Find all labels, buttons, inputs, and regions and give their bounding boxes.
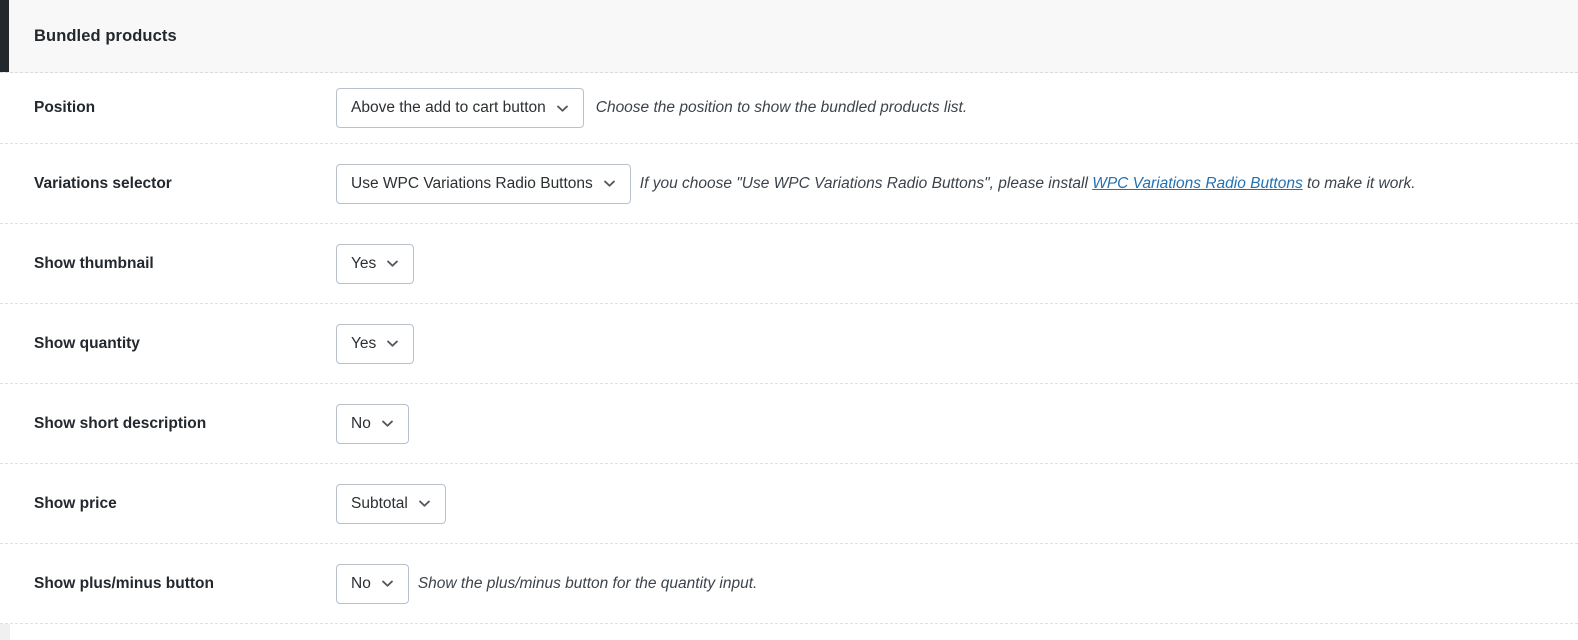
setting-label-show-thumbnail: Show thumbnail xyxy=(34,254,154,272)
variations-selector-help-prefix: If you choose "Use WPC Variations Radio … xyxy=(639,174,1093,192)
setting-label-variations-selector: Variations selector xyxy=(34,174,172,192)
show-thumbnail-select-value: Yes xyxy=(351,254,377,272)
wpc-variations-radio-buttons-link[interactable]: WPC Variations Radio Buttons xyxy=(1092,175,1303,192)
setting-control-show-quantity: Yes xyxy=(336,323,415,364)
setting-control-show-price: Subtotal xyxy=(336,483,446,524)
chevron-down-icon xyxy=(380,576,395,591)
variations-selector-help-suffix: to make it work. xyxy=(1302,174,1416,192)
bundled-products-settings-panel: Bundled products Position Above the add … xyxy=(0,0,1578,624)
show-plus-minus-button-select-value: No xyxy=(351,574,371,592)
setting-row-show-thumbnail: Show thumbnail Yes xyxy=(0,224,1578,304)
position-help-text: Choose the position to show the bundled … xyxy=(596,99,967,117)
panel-header-accent-bar xyxy=(0,0,9,72)
setting-row-show-price: Show price Subtotal xyxy=(0,464,1578,544)
chevron-down-icon xyxy=(417,496,432,511)
show-short-description-select[interactable]: No xyxy=(336,403,409,444)
panel-header: Bundled products xyxy=(0,0,1578,73)
setting-row-position: Position Above the add to cart button Ch… xyxy=(0,73,1578,144)
setting-control-position: Above the add to cart button Choose the … xyxy=(336,88,967,128)
position-select[interactable]: Above the add to cart button xyxy=(336,88,584,128)
show-price-select-value: Subtotal xyxy=(351,494,408,512)
chevron-down-icon xyxy=(385,256,400,271)
chevron-down-icon xyxy=(380,416,395,431)
show-price-select[interactable]: Subtotal xyxy=(336,483,446,524)
setting-label-show-short-description: Show short description xyxy=(34,414,207,432)
variations-selector-select-value: Use WPC Variations Radio Buttons xyxy=(351,174,593,192)
variations-selector-help-text: If you choose "Use WPC Variations Radio … xyxy=(640,175,1416,193)
chevron-down-icon xyxy=(385,336,400,351)
setting-control-show-short-description: No xyxy=(336,403,409,444)
setting-control-variations-selector: Use WPC Variations Radio Buttons If you … xyxy=(336,163,1416,204)
show-quantity-select-value: Yes xyxy=(351,334,377,352)
show-plus-minus-button-help-text: Show the plus/minus button for the quant… xyxy=(418,575,758,593)
show-plus-minus-button-help-text-body: Show the plus/minus button for the quant… xyxy=(417,574,758,592)
setting-row-show-quantity: Show quantity Yes xyxy=(0,304,1578,384)
show-thumbnail-select[interactable]: Yes xyxy=(336,243,415,284)
show-short-description-select-value: No xyxy=(351,414,371,432)
setting-control-show-plus-minus-button: No Show the plus/minus button for the qu… xyxy=(336,563,758,604)
chevron-down-icon xyxy=(555,101,570,116)
position-help-text-body: Choose the position to show the bundled … xyxy=(595,99,968,116)
setting-row-show-plus-minus-button: Show plus/minus button No Show the plus/… xyxy=(0,544,1578,624)
chevron-down-icon xyxy=(602,176,617,191)
show-plus-minus-button-select[interactable]: No xyxy=(336,563,409,604)
setting-control-show-thumbnail: Yes xyxy=(336,243,415,284)
setting-row-show-short-description: Show short description No xyxy=(0,384,1578,464)
setting-label-show-quantity: Show quantity xyxy=(34,334,140,352)
position-select-value: Above the add to cart button xyxy=(351,99,546,117)
show-quantity-select[interactable]: Yes xyxy=(336,323,415,364)
page-title: Bundled products xyxy=(34,26,177,45)
setting-label-position: Position xyxy=(34,99,96,116)
variations-selector-select[interactable]: Use WPC Variations Radio Buttons xyxy=(336,163,631,204)
setting-row-variations-selector: Variations selector Use WPC Variations R… xyxy=(0,144,1578,224)
settings-rows: Position Above the add to cart button Ch… xyxy=(0,73,1578,624)
setting-label-show-plus-minus-button: Show plus/minus button xyxy=(34,574,214,592)
setting-label-show-price: Show price xyxy=(34,494,117,512)
